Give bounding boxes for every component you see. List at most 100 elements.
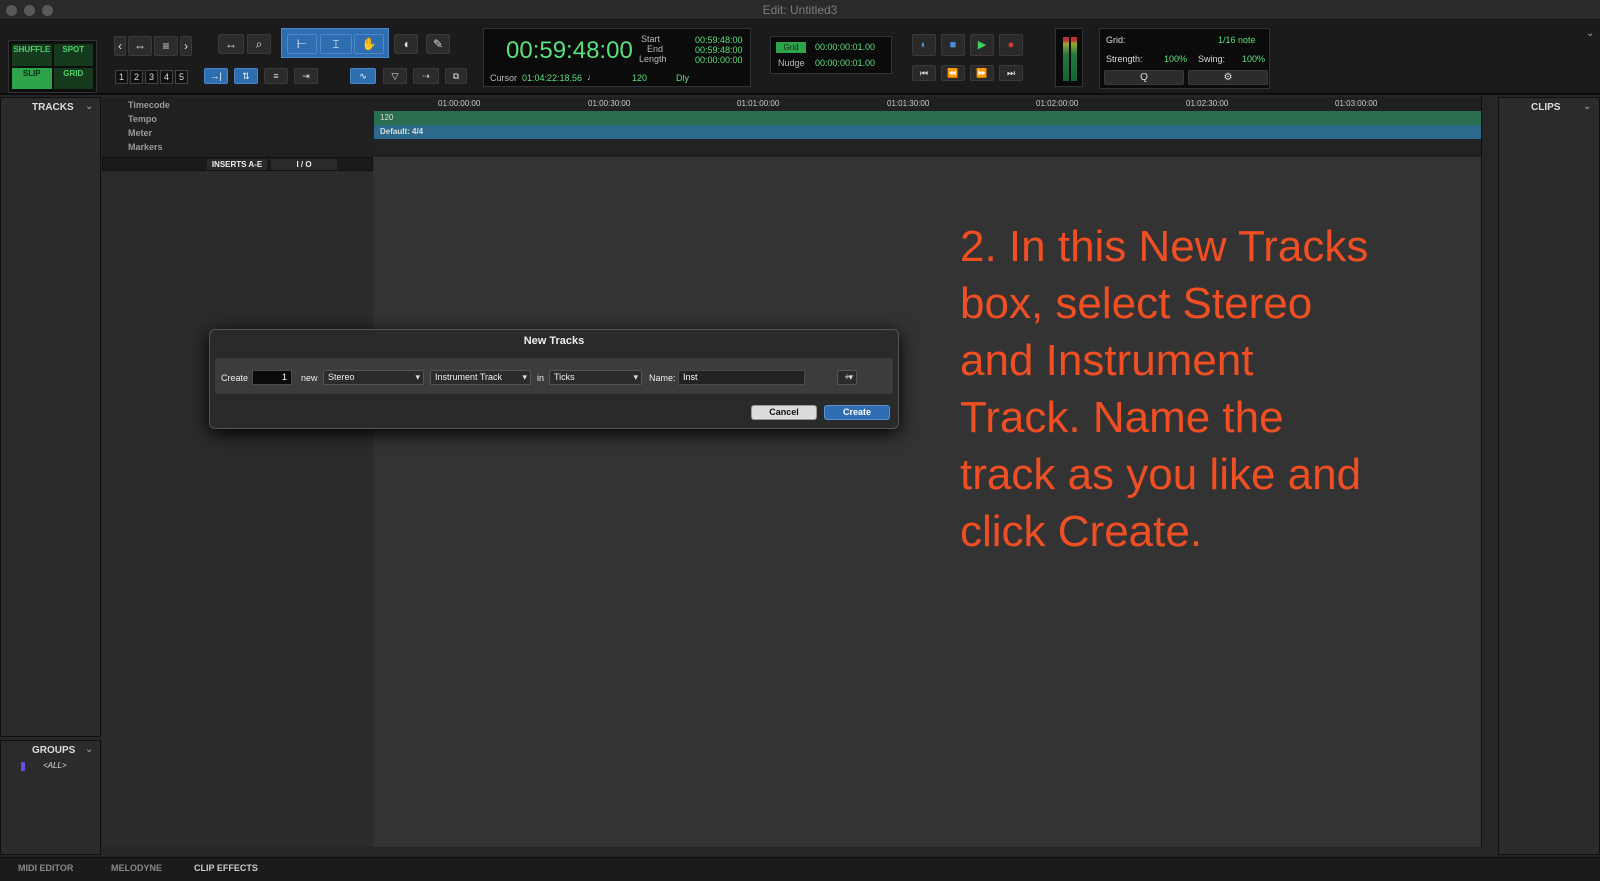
clips-menu-icon[interactable]: ⌄ xyxy=(1583,101,1591,112)
timebase-select[interactable]: Ticks xyxy=(549,370,642,385)
nudge-label[interactable]: Nudge xyxy=(778,58,805,68)
edit-mode-selector: SHUFFLE SPOT SLIP GRID xyxy=(8,40,97,93)
tab-clip-effects[interactable]: CLIP EFFECTS xyxy=(194,863,258,873)
tab-melodyne[interactable]: MELODYNE xyxy=(111,863,162,873)
ruler-tempo-label[interactable]: Tempo xyxy=(128,114,157,124)
zoom-preset-1[interactable]: 1 xyxy=(115,70,128,84)
edit-toolbar: SHUFFLE SPOT SLIP GRID ‹ ⇔ ≡ › 1 2 3 4 5… xyxy=(0,20,1600,95)
return-to-zero-icon[interactable]: ⏮ xyxy=(912,65,936,81)
length-value[interactable]: 00:00:00:00 xyxy=(695,55,743,65)
zoom-in-arrow-icon[interactable]: › xyxy=(180,36,192,56)
cancel-button[interactable]: Cancel xyxy=(751,405,817,420)
loop-playback-icon[interactable]: ◐ xyxy=(912,34,936,56)
grid-label[interactable]: Grid xyxy=(776,42,806,53)
tempo-ruler[interactable]: 120 xyxy=(374,111,1495,125)
vertical-scrollbar[interactable] xyxy=(1481,97,1496,847)
tab-midi-editor[interactable]: MIDI EDITOR xyxy=(18,863,73,873)
transport-controls: ◐ ■ ▶ ● ⏮ ⏪ ⏩ ⏭ xyxy=(908,30,1032,90)
link-track-selection-icon[interactable]: ≡ xyxy=(264,68,288,84)
channel-format-select[interactable]: Stereo xyxy=(323,370,424,385)
rewind-icon[interactable]: ⏪ xyxy=(941,65,965,81)
ruler-meter-label[interactable]: Meter xyxy=(128,128,152,138)
tempo-value[interactable]: 120 xyxy=(632,73,647,83)
toolbar-menu-icon[interactable]: ⌄ xyxy=(1586,28,1594,39)
ruler-timecode-label[interactable]: Timecode xyxy=(128,100,170,110)
tracks-panel-title: TRACKS xyxy=(32,102,74,113)
groups-panel: GROUPS ⌄ <ALL> xyxy=(0,740,101,855)
pro-tools-edit-window: Edit: Untitled3 SHUFFLE SPOT SLIP GRID ‹… xyxy=(0,0,1600,881)
start-label: Start xyxy=(641,34,661,44)
grid-mode-button[interactable]: GRID xyxy=(53,67,93,89)
delay-compensation-label[interactable]: Dly xyxy=(676,73,689,83)
tracks-panel: TRACKS ⌄ xyxy=(0,97,101,737)
rulers-area: Timecode Tempo Meter Markers 01:00:00:00… xyxy=(102,97,1495,157)
strength-label: Strength: xyxy=(1106,54,1143,64)
track-count-input[interactable]: 1 xyxy=(252,370,292,385)
selector-tool-icon[interactable]: ⌶ xyxy=(320,34,352,54)
quantize-button-icon[interactable]: Q xyxy=(1104,70,1184,85)
track-name-input[interactable]: Inst xyxy=(678,370,805,385)
grid-value[interactable]: 00:00:00:01.00 xyxy=(815,42,875,52)
grabber-tool-icon[interactable]: ✋ xyxy=(354,34,384,54)
zoom-preset-3[interactable]: 3 xyxy=(145,70,158,84)
main-counter-time[interactable]: 00:59:48:00 xyxy=(506,37,633,65)
tempo-ruler-value: 120 xyxy=(380,113,394,122)
timecode-tick: 01:01:30:00 xyxy=(887,99,930,108)
play-icon[interactable]: ▶ xyxy=(970,34,994,56)
relative-grid-icon[interactable]: ⇢ xyxy=(413,68,439,84)
timecode-tick: 01:03:00:00 xyxy=(1335,99,1378,108)
strength-value[interactable]: 100% xyxy=(1164,54,1187,64)
ruler-markers-label[interactable]: Markers xyxy=(128,142,163,152)
timecode-tick: 01:01:00:00 xyxy=(737,99,780,108)
swing-value[interactable]: 100% xyxy=(1242,54,1265,64)
master-meter xyxy=(1055,28,1083,87)
go-to-end-icon[interactable]: ⏭ xyxy=(999,65,1023,81)
group-all-label[interactable]: <ALL> xyxy=(43,761,67,770)
grid-note-value[interactable]: 1/16 note xyxy=(1218,35,1256,45)
create-button[interactable]: Create xyxy=(824,405,890,420)
link-timeline-icon[interactable]: ⇅ xyxy=(234,68,258,84)
zoom-preset-2[interactable]: 2 xyxy=(130,70,143,84)
trim-tool-icon[interactable]: ⊢ xyxy=(287,34,317,54)
vertical-zoom-icon[interactable]: ≡ xyxy=(154,36,178,56)
zoom-preset-4[interactable]: 4 xyxy=(160,70,173,84)
pencil-tool-icon[interactable]: ✎ xyxy=(426,34,450,54)
end-value[interactable]: 00:59:48:00 xyxy=(695,45,743,55)
title-bar: Edit: Untitled3 xyxy=(0,0,1600,20)
settings-gear-icon[interactable]: ⚙ xyxy=(1188,70,1268,85)
slip-mode-button[interactable]: SLIP xyxy=(12,67,52,89)
start-value[interactable]: 00:59:48:00 xyxy=(695,35,743,45)
cursor-label: Cursor xyxy=(490,73,518,83)
markers-ruler[interactable] xyxy=(374,139,1495,153)
inserts-column-header[interactable]: INSERTS A-E xyxy=(207,159,267,170)
create-label: Create xyxy=(221,373,249,383)
tracks-menu-icon[interactable]: ⌄ xyxy=(85,101,93,112)
meter-ruler[interactable]: Default: 4/4 xyxy=(374,125,1495,139)
shuffle-mode-button[interactable]: SHUFFLE xyxy=(12,44,52,66)
scrubber-tool-icon[interactable]: ◖ xyxy=(394,34,418,54)
io-column-header[interactable]: I / O xyxy=(271,159,337,170)
groups-menu-icon[interactable]: ⌄ xyxy=(85,744,93,755)
record-icon[interactable]: ● xyxy=(999,34,1023,56)
window-config-icon[interactable]: ⧉ xyxy=(445,68,467,84)
timecode-ruler[interactable]: 01:00:00:00 01:00:30:00 01:01:00:00 01:0… xyxy=(374,97,1495,111)
stop-icon[interactable]: ■ xyxy=(941,34,965,56)
clips-panel-title: CLIPS xyxy=(1531,102,1561,113)
add-row-button[interactable]: + xyxy=(837,370,857,385)
tempo-note-icon: ♩ xyxy=(587,72,596,82)
nudge-value[interactable]: 00:00:00:01.00 xyxy=(815,58,875,68)
fast-forward-icon[interactable]: ⏩ xyxy=(970,65,994,81)
horizontal-zoom-icon[interactable]: ⇔ xyxy=(128,36,152,56)
mirror-midi-icon[interactable]: ▽ xyxy=(383,68,407,84)
track-type-select[interactable]: Instrument Track xyxy=(430,370,531,385)
magnify-tool-icon[interactable]: ⌕ xyxy=(247,34,271,54)
spot-mode-button[interactable]: SPOT xyxy=(53,44,93,66)
zoomer-tool-icon[interactable]: ↔ xyxy=(218,34,244,54)
automation-follows-edit-icon[interactable]: ∿ xyxy=(350,68,376,84)
new-label: new xyxy=(301,373,318,383)
tab-to-transients-icon[interactable]: →| xyxy=(204,68,228,84)
zoom-preset-5[interactable]: 5 xyxy=(175,70,188,84)
main-counter: 00:59:48:00 Start 00:59:48:00 End 00:59:… xyxy=(483,28,751,87)
insertion-follows-playback-icon[interactable]: ⇥ xyxy=(294,68,318,84)
zoom-out-arrow-icon[interactable]: ‹ xyxy=(114,36,126,56)
